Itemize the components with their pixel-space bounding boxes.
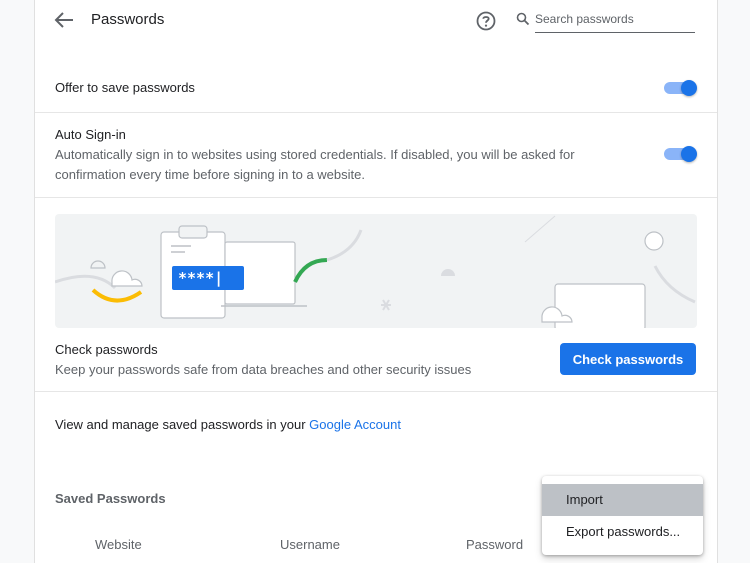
check-passwords-description: Keep your passwords safe from data breac… (55, 362, 472, 377)
arrow-back-icon[interactable] (53, 10, 75, 30)
check-passwords-button[interactable]: Check passwords (560, 343, 696, 375)
menu-item-import[interactable]: Import (542, 484, 703, 516)
check-passwords-title: Check passwords (55, 342, 158, 357)
manage-passwords-prefix: View and manage saved passwords in your (55, 417, 310, 432)
column-header-website: Website (95, 537, 142, 552)
divider (35, 391, 717, 392)
offer-to-save-row: Offer to save passwords (35, 62, 717, 113)
import-export-menu: Import Export passwords... (542, 476, 703, 555)
manage-passwords-text: View and manage saved passwords in your … (55, 417, 401, 432)
auto-signin-row: Auto Sign-in Automatically sign in to we… (35, 113, 717, 198)
auto-signin-toggle[interactable] (664, 146, 698, 162)
google-account-link[interactable]: Google Account (309, 417, 401, 432)
search-input[interactable] (535, 6, 695, 33)
page-header: Passwords (35, 0, 717, 40)
column-header-password: Password (466, 537, 524, 552)
offer-to-save-toggle[interactable] (664, 80, 698, 96)
svg-text:****|: ****| (178, 269, 223, 288)
help-circle-icon[interactable] (475, 10, 497, 32)
search-icon (516, 12, 530, 26)
check-passwords-illustration: ****| (55, 214, 697, 328)
auto-signin-label: Auto Sign-in (55, 127, 126, 142)
illustration-graphic: ****| (55, 215, 696, 328)
saved-passwords-heading: Saved Passwords (55, 491, 166, 506)
page-title: Passwords (91, 11, 165, 28)
column-header-username: Username (280, 537, 340, 552)
toggle-knob (681, 80, 697, 96)
toggle-knob (681, 146, 697, 162)
offer-to-save-label: Offer to save passwords (55, 80, 195, 95)
menu-item-export-passwords[interactable]: Export passwords... (542, 516, 703, 548)
auto-signin-description: Automatically sign in to websites using … (55, 147, 575, 182)
